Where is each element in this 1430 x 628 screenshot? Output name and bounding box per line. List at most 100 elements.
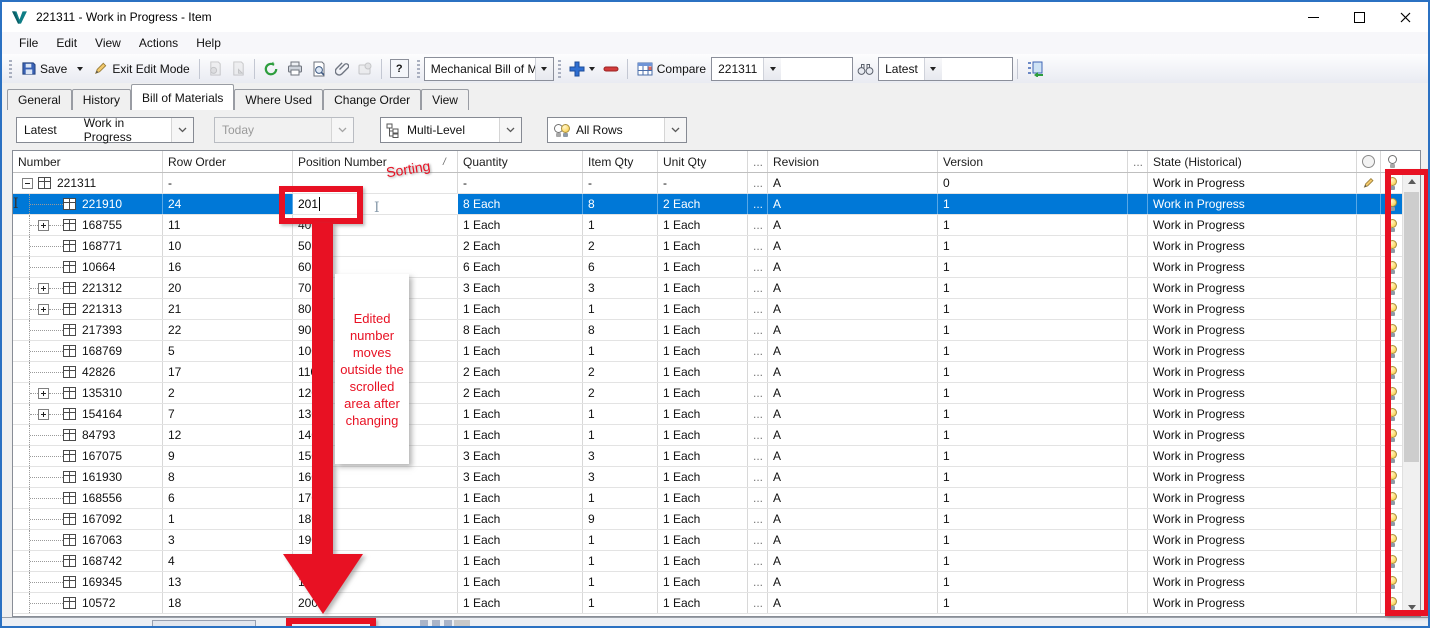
cell-version[interactable]: 1 xyxy=(938,509,1128,529)
cell-version[interactable]: 1 xyxy=(938,299,1128,319)
cell-more[interactable] xyxy=(1128,467,1148,487)
cell-number[interactable]: 84793 xyxy=(13,425,163,445)
table-row-169345[interactable]: 169345 13 192 1 Each 1 1 Each... A 1 Work in Pro… xyxy=(13,572,1420,593)
cell-more[interactable] xyxy=(1128,215,1148,235)
cell-item-qty[interactable]: 1 xyxy=(583,488,658,508)
cell-number[interactable]: 221311 xyxy=(13,173,163,193)
cell-version[interactable]: 1 xyxy=(938,446,1128,466)
cell-item-qty[interactable]: 8 xyxy=(583,194,658,214)
cell-number[interactable]: 168771 xyxy=(13,236,163,256)
cell-revision[interactable]: A xyxy=(768,236,938,256)
column-header-state[interactable]: State (Historical) xyxy=(1148,151,1357,172)
attachments-button[interactable] xyxy=(331,58,353,80)
version-combobox-dropdown[interactable] xyxy=(923,57,942,80)
expand-expander-icon[interactable] xyxy=(38,408,49,420)
cell-number[interactable]: 221313 xyxy=(13,299,163,319)
cell-number[interactable]: 168742 xyxy=(13,551,163,571)
cell-unit-qty[interactable]: 1 Each xyxy=(658,593,748,613)
cell-quantity[interactable]: 1 Each xyxy=(458,341,583,361)
cell-unit-qty[interactable]: 1 Each xyxy=(658,341,748,361)
cell-unit-qty[interactable]: 1 Each xyxy=(658,299,748,319)
table-row-221312[interactable]: 221312 20 70 3 Each 3 1 Each... A 1 Work in Prog… xyxy=(13,278,1420,299)
collapse-expander-icon[interactable] xyxy=(22,177,33,189)
cell-version[interactable]: 1 xyxy=(938,194,1128,214)
cell-row-order[interactable]: 20 xyxy=(163,278,293,298)
cell-unit-qty[interactable]: 1 Each xyxy=(658,383,748,403)
cell-quantity[interactable]: - xyxy=(458,173,583,193)
cell-state[interactable]: Work in Progress xyxy=(1148,593,1357,613)
cell-version[interactable]: 1 xyxy=(938,362,1128,382)
cell-item-qty[interactable]: 1 xyxy=(583,425,658,445)
date-filter-combobox[interactable]: Today xyxy=(214,117,354,143)
cell-quantity[interactable]: 1 Each xyxy=(458,299,583,319)
print-button[interactable] xyxy=(283,58,307,79)
cell-unit-qty[interactable]: 1 Each xyxy=(658,551,748,571)
cell-revision[interactable]: A xyxy=(768,488,938,508)
cell-version[interactable]: 1 xyxy=(938,488,1128,508)
cell-more[interactable]: ... xyxy=(748,530,768,550)
toolbar-grip[interactable] xyxy=(557,59,561,78)
cell-row-order[interactable]: 17 xyxy=(163,362,293,382)
cell-item-qty[interactable]: 2 xyxy=(583,362,658,382)
cell-row-order[interactable]: 1 xyxy=(163,509,293,529)
cell-item-qty[interactable]: 1 xyxy=(583,299,658,319)
cell-quantity[interactable]: 2 Each xyxy=(458,236,583,256)
add-row-button[interactable] xyxy=(565,58,599,80)
cell-more[interactable] xyxy=(1128,341,1148,361)
cell-number[interactable]: 161930 xyxy=(13,467,163,487)
cell-version[interactable]: 1 xyxy=(938,215,1128,235)
cell-item-qty[interactable]: 2 xyxy=(583,236,658,256)
cell-more[interactable]: ... xyxy=(748,320,768,340)
item-combobox-dropdown[interactable] xyxy=(763,57,782,80)
cell-item-qty[interactable]: 1 xyxy=(583,551,658,571)
cell-state[interactable]: Work in Progress xyxy=(1148,467,1357,487)
cell-more[interactable] xyxy=(1128,530,1148,550)
cell-row-order[interactable]: - xyxy=(163,173,293,193)
cell-more[interactable] xyxy=(1128,173,1148,193)
cell-more[interactable] xyxy=(1128,593,1148,613)
cell-more[interactable] xyxy=(1128,425,1148,445)
cell-revision[interactable]: A xyxy=(768,257,938,277)
cell-row-order[interactable]: 8 xyxy=(163,467,293,487)
table-row-10572[interactable]: 10572 18 200 1 Each 1 1 Each... A 1 Work in Prog… xyxy=(13,593,1420,614)
cell-item-qty[interactable]: 6 xyxy=(583,257,658,277)
cell-revision[interactable]: A xyxy=(768,509,938,529)
cell-item-qty[interactable]: 2 xyxy=(583,383,658,403)
menu-edit[interactable]: Edit xyxy=(47,34,86,52)
cell-unit-qty[interactable]: 1 Each xyxy=(658,446,748,466)
cell-quantity[interactable]: 6 Each xyxy=(458,257,583,277)
cell-version[interactable]: 1 xyxy=(938,383,1128,403)
cell-version[interactable]: 1 xyxy=(938,278,1128,298)
cell-row-order[interactable]: 13 xyxy=(163,572,293,592)
table-row-167075[interactable]: 167075 9 150 3 Each 3 1 Each... A 1 Work in Prog… xyxy=(13,446,1420,467)
cell-version[interactable]: 1 xyxy=(938,530,1128,550)
help-button[interactable]: ? xyxy=(386,56,413,81)
table-row-168755[interactable]: 168755 11 40 1 Each 1 1 Each... A 1 Work in Prog… xyxy=(13,215,1420,236)
renumber-button[interactable] xyxy=(1022,58,1048,80)
table-row-42826[interactable]: 42826 17 110 2 Each 2 1 Each... A 1 Work in Prog… xyxy=(13,362,1420,383)
horizontal-scrollbar[interactable] xyxy=(2,617,1428,626)
cell-item-qty[interactable]: 9 xyxy=(583,509,658,529)
cell-more[interactable] xyxy=(1128,278,1148,298)
column-header-revision[interactable]: Revision xyxy=(768,151,938,172)
cell-state[interactable]: Work in Progress xyxy=(1148,236,1357,256)
cell-row-order[interactable]: 4 xyxy=(163,551,293,571)
cell-quantity[interactable]: 1 Each xyxy=(458,425,583,445)
cell-number[interactable]: 154164 xyxy=(13,404,163,424)
cell-state[interactable]: Work in Progress xyxy=(1148,425,1357,445)
checkin-button[interactable] xyxy=(204,58,227,79)
column-header-position[interactable]: Position Number xyxy=(293,151,458,172)
cell-quantity[interactable]: 1 Each xyxy=(458,593,583,613)
cell-more[interactable] xyxy=(1128,404,1148,424)
cell-number[interactable]: 168556 xyxy=(13,488,163,508)
cell-more[interactable] xyxy=(1128,299,1148,319)
cell-row-order[interactable]: 12 xyxy=(163,425,293,445)
history-filter-combobox[interactable]: Latest Work in Progress xyxy=(16,116,194,144)
cell-item-qty[interactable]: 1 xyxy=(583,572,658,592)
column-header-unit-qty[interactable]: Unit Qty xyxy=(658,151,748,172)
cell-quantity[interactable]: 1 Each xyxy=(458,215,583,235)
cell-quantity[interactable]: 3 Each xyxy=(458,446,583,466)
cell-item-qty[interactable]: 1 xyxy=(583,215,658,235)
cell-number[interactable]: 135310 xyxy=(13,383,163,403)
bom-view-combobox[interactable]: Mechanical Bill of Mat... xyxy=(423,56,554,81)
